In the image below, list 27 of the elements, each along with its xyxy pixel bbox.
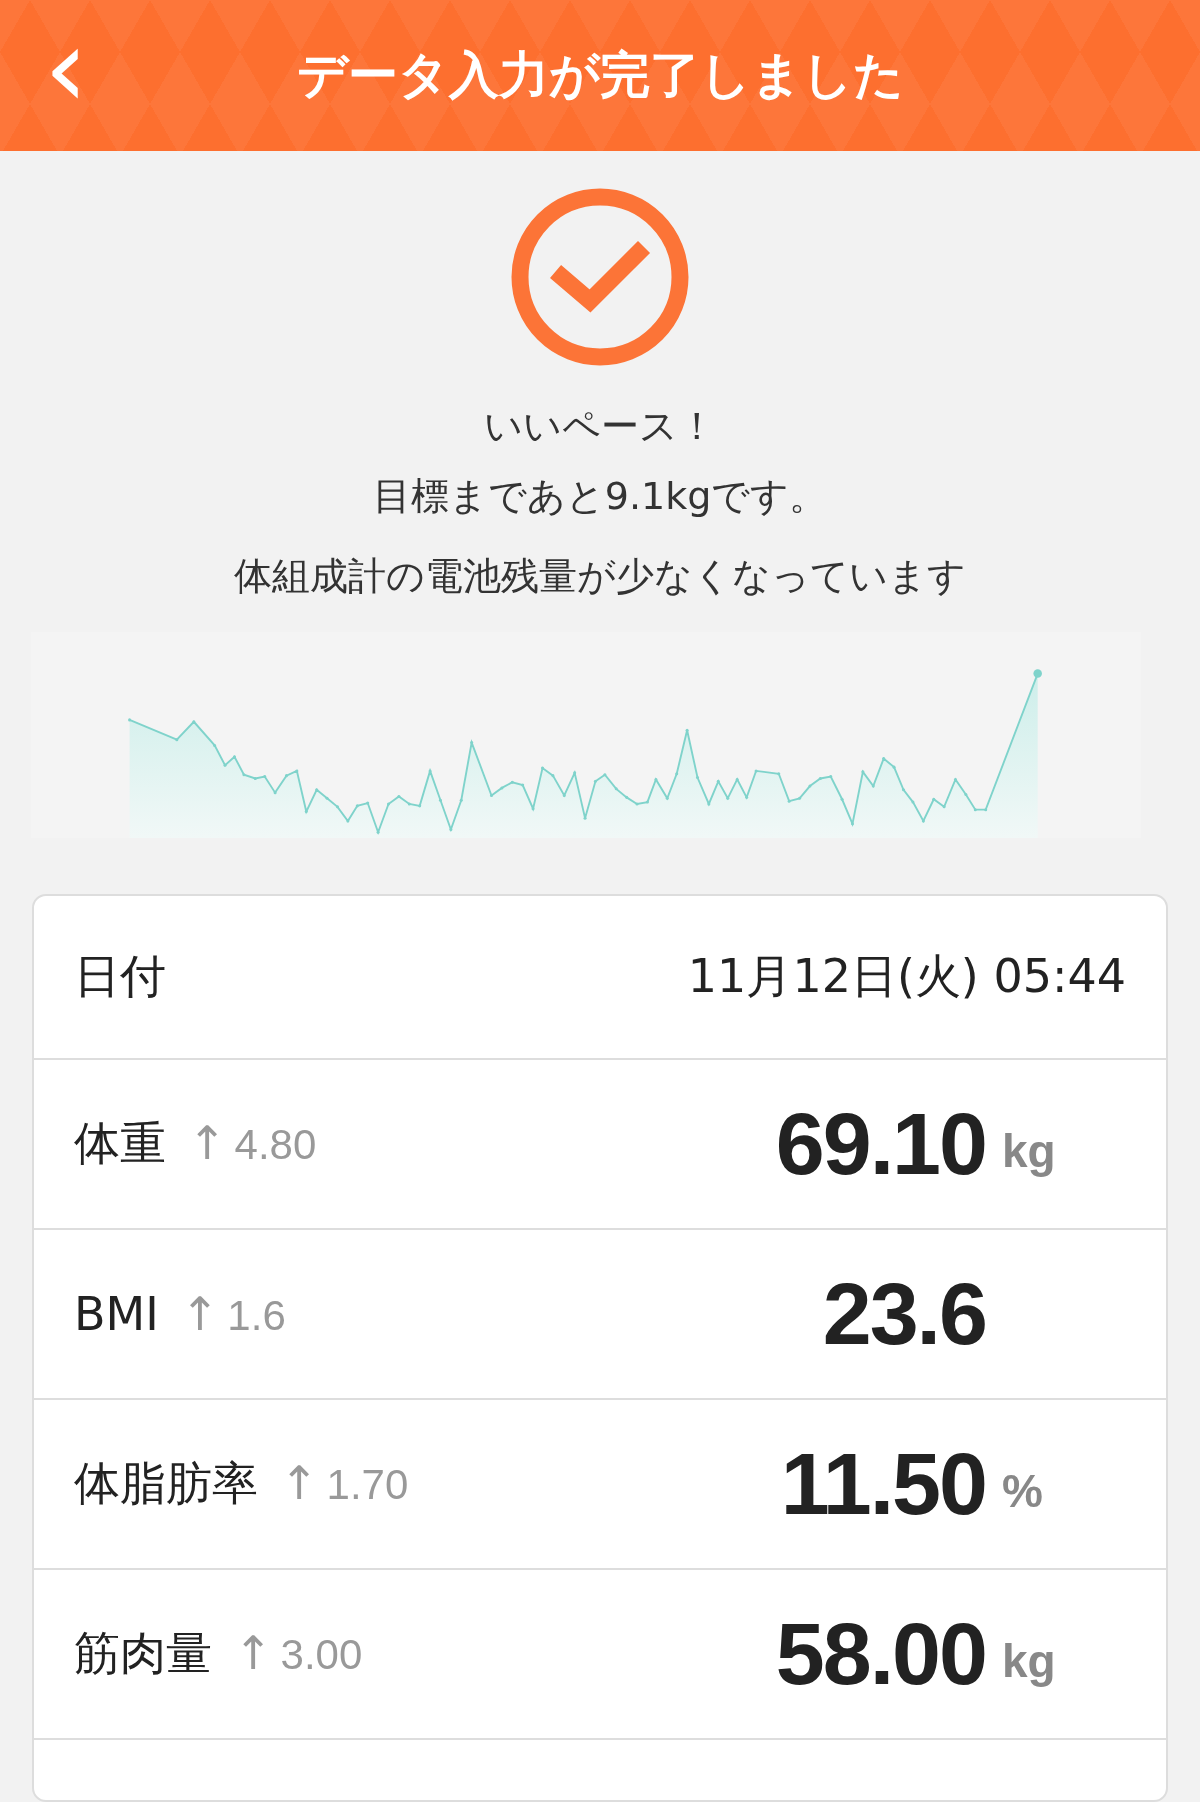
unit-label: kg — [1002, 1635, 1056, 1687]
row-label: 体重 — [74, 1115, 166, 1172]
message-text: いいペース！ — [484, 403, 716, 450]
change-value: 1.70 — [326, 1461, 409, 1509]
row-label: 日付 — [74, 948, 166, 1005]
message-text: 目標まであと9.1kgです。 — [372, 473, 828, 520]
change-value: 1.6 — [227, 1292, 286, 1340]
row-label: 筋肉量 — [74, 1625, 212, 1682]
unit-label: % — [1002, 1465, 1043, 1517]
metric-value: 11.50 — [780, 1433, 986, 1535]
change-value: 3.00 — [280, 1631, 363, 1679]
up-arrow-icon: ↑ — [188, 1116, 227, 1170]
up-arrow-icon: ↑ — [280, 1456, 319, 1510]
battery-notice: 体組成計の電池残量が少なくなっています — [234, 553, 966, 600]
up-arrow-icon: ↑ — [234, 1626, 273, 1680]
metric-value: 23.6 — [822, 1263, 986, 1365]
screen-title: データ入力が完了しました — [296, 45, 904, 106]
up-arrow-icon: ↑ — [180, 1287, 220, 1341]
metric-value: 69.10 — [775, 1093, 986, 1195]
metric-value: 58.00 — [775, 1603, 986, 1705]
unit-label: kg — [1002, 1125, 1056, 1177]
row-label: 体脂肪率 — [74, 1455, 258, 1512]
back-button[interactable]: ‹ — [36, 18, 96, 118]
change-value: 4.80 — [234, 1121, 317, 1169]
check-circle-icon — [510, 187, 690, 367]
date-value: 11月12日(火) 05:44 — [687, 948, 1126, 1005]
row-label: BMI — [74, 1287, 159, 1341]
